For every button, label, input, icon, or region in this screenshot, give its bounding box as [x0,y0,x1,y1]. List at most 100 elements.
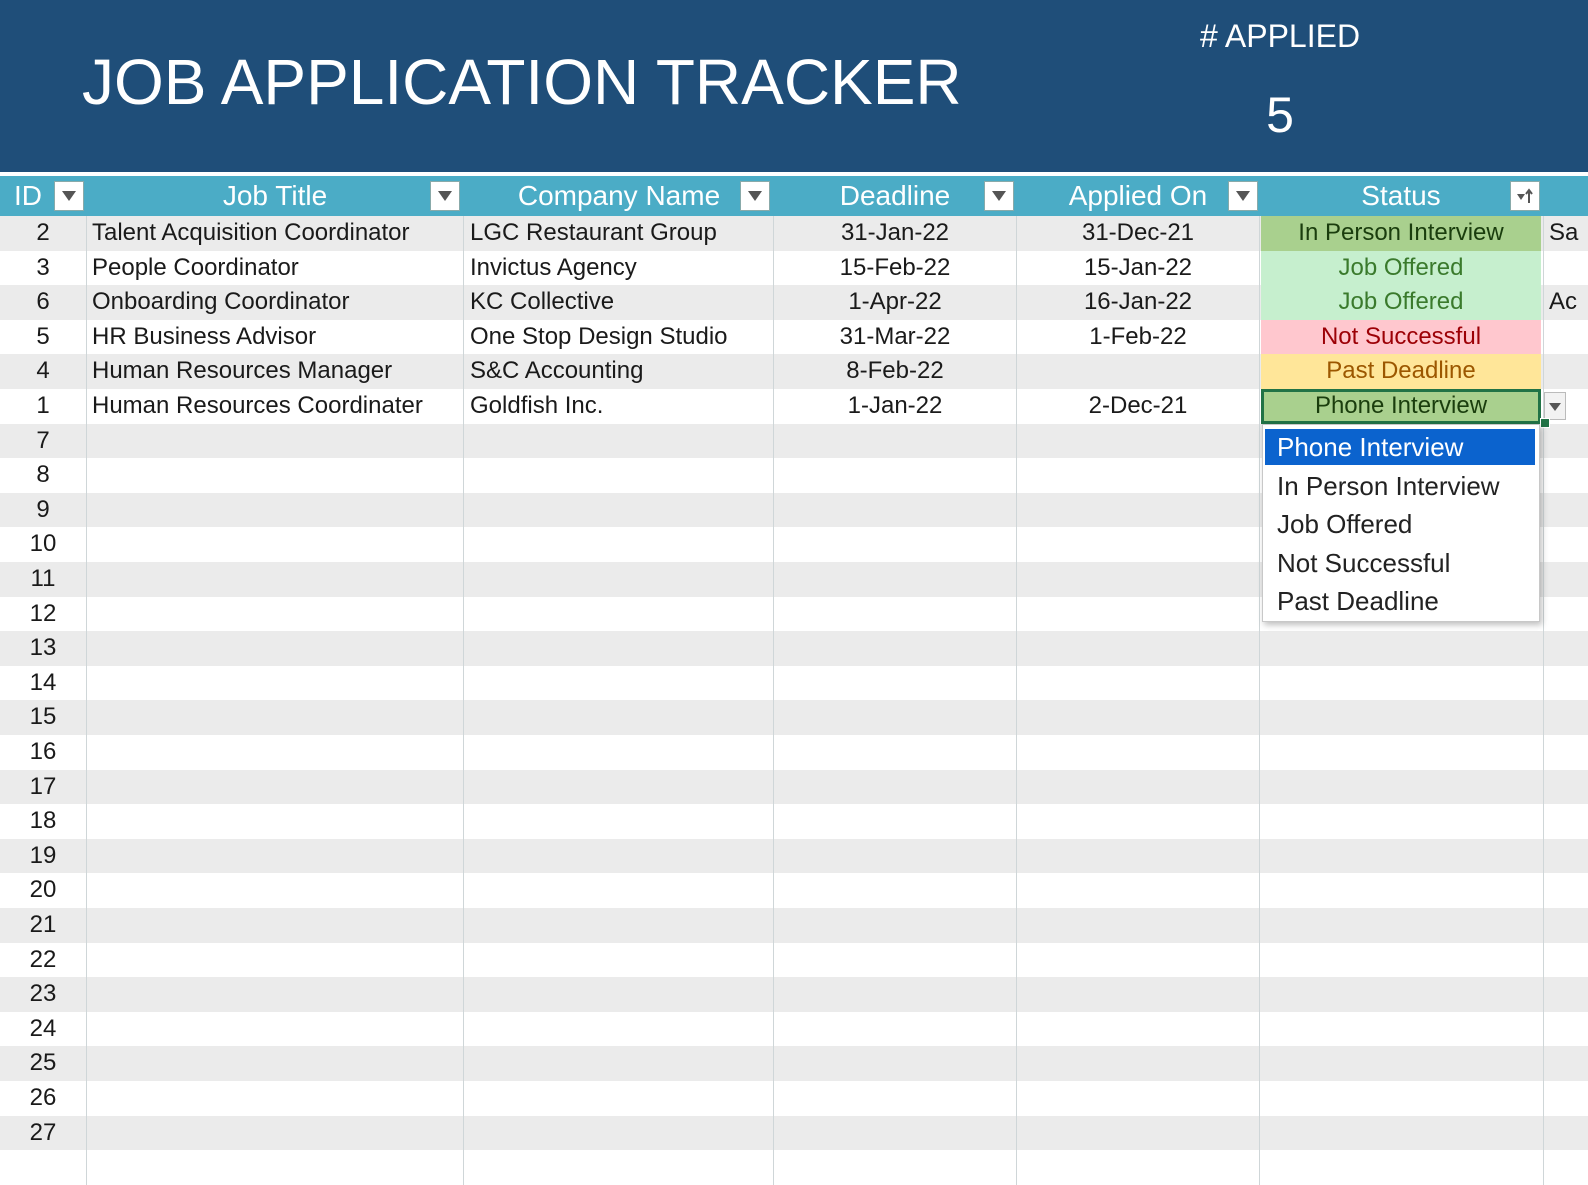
table-row-empty[interactable]: 13 [0,631,1588,666]
cell-status-selected[interactable]: Phone Interview [1261,389,1541,424]
cell-overflow-text[interactable] [1546,251,1588,286]
table-row[interactable]: 1 Human Resources Coordinater Goldfish I… [0,389,1588,424]
cell-company-name[interactable]: Invictus Agency [466,251,772,286]
cell-id[interactable]: 9 [0,493,86,528]
cell-id[interactable]: 2 [0,216,86,251]
cell-id[interactable]: 26 [0,1081,86,1116]
cell-id[interactable]: 24 [0,1012,86,1047]
table-row-empty[interactable]: 25 [0,1046,1588,1081]
cell-deadline[interactable]: 1-Jan-22 [775,389,1015,424]
cell-deadline[interactable]: 15-Feb-22 [775,251,1015,286]
table-row-empty[interactable]: 27 [0,1115,1588,1151]
cell-company-name[interactable]: One Stop Design Studio [466,320,772,355]
cell-applied-on[interactable]: 15-Jan-22 [1018,251,1258,286]
table-row-empty[interactable]: 20 [0,873,1588,908]
cell-overflow-text[interactable] [1546,320,1588,355]
cell-company-name[interactable]: LGC Restaurant Group [466,216,772,251]
table-row-empty[interactable]: 22 [0,942,1588,978]
cell-company-name[interactable]: KC Collective [466,285,772,320]
table-row[interactable]: 3 People Coordinator Invictus Agency 15-… [0,250,1588,286]
filter-dropdown-icon [992,191,1006,201]
cell-id[interactable]: 1 [0,389,86,424]
table-row-empty[interactable]: 24 [0,1011,1588,1047]
table-row-empty[interactable]: 19 [0,838,1588,874]
filter-button-company-name[interactable] [740,181,770,211]
status-dropdown-button[interactable] [1544,392,1566,420]
cell-id[interactable]: 11 [0,562,86,597]
cell-id[interactable]: 18 [0,804,86,839]
cell-id[interactable]: 27 [0,1116,86,1151]
filter-dropdown-icon [748,191,762,201]
filter-button-applied-on[interactable] [1228,181,1258,211]
cell-deadline[interactable]: 8-Feb-22 [775,354,1015,389]
cell-company-name[interactable]: Goldfish Inc. [466,389,772,424]
cell-job-title[interactable]: Human Resources Manager [88,354,462,389]
cell-job-title[interactable]: HR Business Advisor [88,320,462,355]
filter-button-id[interactable] [54,181,84,211]
cell-id[interactable]: 22 [0,943,86,978]
cell-id[interactable]: 16 [0,735,86,770]
page-title: JOB APPLICATION TRACKER [82,46,962,118]
table-row-empty[interactable]: 16 [0,735,1588,770]
cell-id[interactable]: 19 [0,839,86,874]
filter-button-deadline[interactable] [984,181,1014,211]
cell-id[interactable]: 8 [0,458,86,493]
filter-button-job-title[interactable] [430,181,460,211]
cell-applied-on[interactable]: 1-Feb-22 [1018,320,1258,355]
cell-id[interactable]: 4 [0,354,86,389]
sort-filter-button-status[interactable] [1510,181,1540,211]
table-row-empty[interactable]: 18 [0,804,1588,839]
cell-id[interactable]: 17 [0,770,86,805]
cell-job-title[interactable]: Talent Acquisition Coordinator [88,216,462,251]
cell-job-title[interactable]: Onboarding Coordinator [88,285,462,320]
cell-id[interactable]: 15 [0,700,86,735]
cell-id[interactable]: 6 [0,285,86,320]
cell-id[interactable]: 3 [0,251,86,286]
cell-company-name[interactable]: S&C Accounting [466,354,772,389]
cell-id[interactable]: 5 [0,320,86,355]
cell-overflow-text[interactable] [1546,354,1588,389]
cell-status[interactable]: Job Offered [1261,285,1541,320]
fill-handle[interactable] [1540,418,1550,428]
chevron-down-icon [1549,403,1561,411]
cell-applied-on[interactable] [1018,354,1258,389]
table-row[interactable]: 5 HR Business Advisor One Stop Design St… [0,319,1588,355]
table-row-empty[interactable]: 15 [0,700,1588,735]
cell-applied-on[interactable]: 2-Dec-21 [1018,389,1258,424]
cell-id[interactable]: 21 [0,908,86,943]
cell-overflow-text[interactable]: Ac [1546,285,1588,320]
cell-applied-on[interactable]: 16-Jan-22 [1018,285,1258,320]
dropdown-option-not-successful[interactable]: Not Successful [1265,545,1535,581]
cell-overflow-text[interactable]: Sa [1546,216,1588,251]
table-row-empty[interactable]: 26 [0,1081,1588,1116]
cell-id[interactable]: 14 [0,666,86,701]
table-row-empty[interactable]: 14 [0,665,1588,701]
cell-job-title[interactable]: Human Resources Coordinater [88,389,462,424]
table-row-empty[interactable]: 17 [0,769,1588,805]
cell-deadline[interactable]: 31-Mar-22 [775,320,1015,355]
cell-id[interactable]: 20 [0,873,86,908]
dropdown-option-job-offered[interactable]: Job Offered [1265,506,1535,542]
cell-id[interactable]: 12 [0,597,86,632]
cell-applied-on[interactable]: 31-Dec-21 [1018,216,1258,251]
cell-id[interactable]: 7 [0,424,86,459]
cell-status[interactable]: In Person Interview [1261,216,1541,251]
dropdown-option-in-person-interview[interactable]: In Person Interview [1265,468,1535,504]
table-row-empty[interactable]: 21 [0,908,1588,943]
cell-status[interactable]: Job Offered [1261,250,1541,286]
cell-job-title[interactable]: People Coordinator [88,251,462,286]
cell-deadline[interactable]: 1-Apr-22 [775,285,1015,320]
dropdown-option-phone-interview[interactable]: Phone Interview [1265,429,1535,465]
table-row[interactable]: 2 Talent Acquisition Coordinator LGC Res… [0,216,1588,251]
cell-id[interactable]: 10 [0,527,86,562]
cell-id[interactable]: 13 [0,631,86,666]
table-row-empty[interactable]: 23 [0,977,1588,1012]
dropdown-option-past-deadline[interactable]: Past Deadline [1265,583,1535,619]
table-row[interactable]: 4 Human Resources Manager S&C Accounting… [0,354,1588,389]
table-row[interactable]: 6 Onboarding Coordinator KC Collective 1… [0,285,1588,320]
cell-status[interactable]: Not Successful [1261,319,1541,355]
cell-status[interactable]: Past Deadline [1261,354,1541,389]
cell-id[interactable]: 25 [0,1046,86,1081]
cell-id[interactable]: 23 [0,977,86,1012]
cell-deadline[interactable]: 31-Jan-22 [775,216,1015,251]
